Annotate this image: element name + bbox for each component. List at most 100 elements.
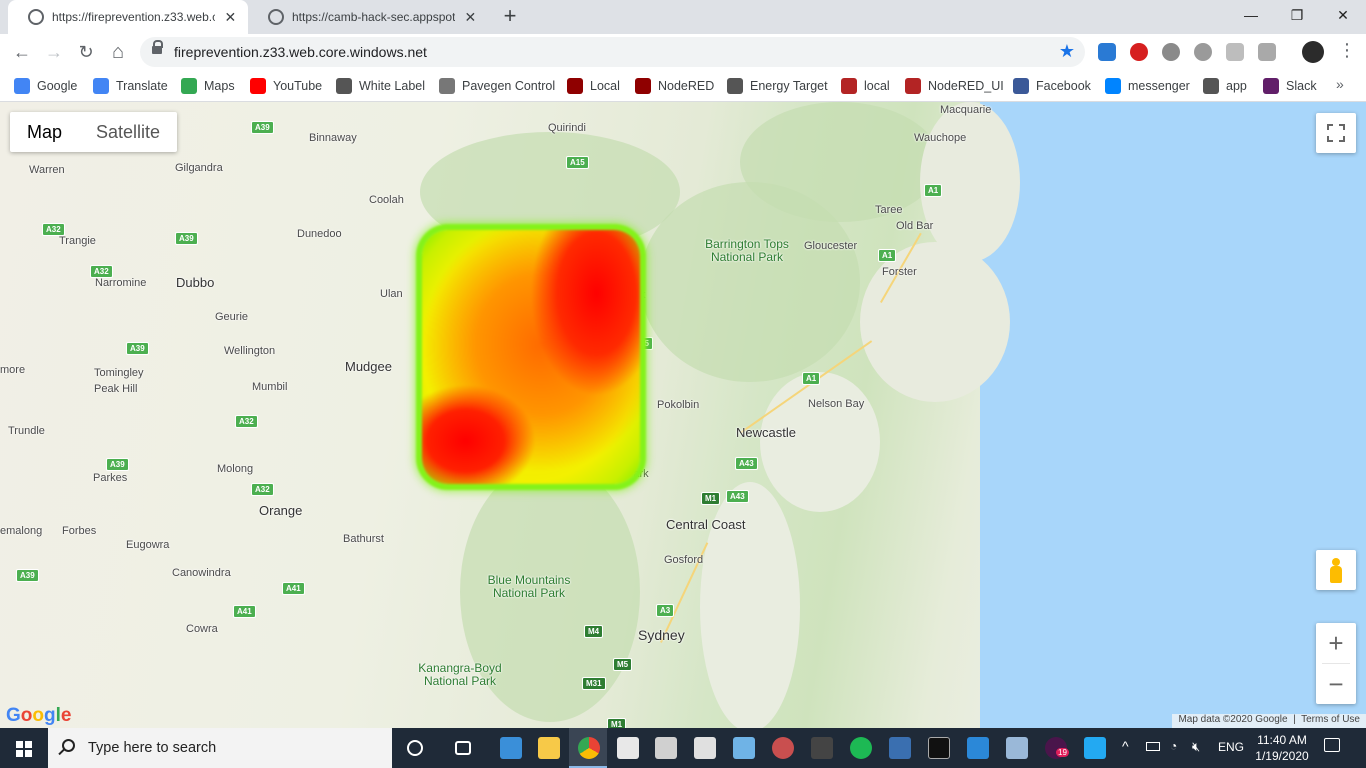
profile-avatar[interactable] — [1302, 41, 1324, 63]
extension-icon[interactable] — [1258, 43, 1276, 61]
extension-icon[interactable] — [1162, 43, 1180, 61]
task-view-button[interactable] — [444, 728, 482, 768]
nodered-flow-icon — [841, 78, 857, 94]
tab-close-icon[interactable]: ✕ — [223, 9, 238, 26]
tray-chevron-icon[interactable]: ^ — [1122, 738, 1129, 754]
place-label: Gosford — [664, 554, 704, 566]
pegman-icon — [1332, 558, 1340, 566]
road-shield: M4 — [584, 625, 604, 638]
taskbar-calendar[interactable] — [685, 728, 723, 768]
reload-button[interactable]: ↻ — [74, 40, 98, 64]
close-window-button[interactable]: ✕ — [1320, 0, 1366, 30]
taskbar-mail[interactable] — [608, 728, 646, 768]
taskbar-terminal[interactable] — [919, 728, 957, 768]
folder-icon — [538, 737, 560, 759]
bookmark-google[interactable]: Google — [14, 76, 77, 96]
street-view-pegman[interactable] — [1316, 550, 1356, 590]
bookmark-star-icon[interactable]: ★ — [1059, 41, 1075, 62]
fullscreen-button[interactable] — [1316, 113, 1356, 153]
place-label: Central Coast — [666, 517, 746, 532]
bookmark-nodered[interactable]: NodeRED — [635, 76, 714, 96]
road-shield: A3 — [656, 604, 675, 617]
tab-camb-hack[interactable]: https://camb-hack-sec.appspot.c ✕ — [248, 0, 488, 34]
bookmark-local[interactable]: Local — [567, 76, 620, 96]
map-type-satellite-button[interactable]: Satellite — [79, 112, 177, 152]
map-canvas[interactable]: Macquarie Wauchope Taree Old Bar Forster… — [0, 102, 1366, 728]
menu-kebab-icon[interactable]: ⋮ — [1338, 40, 1356, 61]
forward-button[interactable]: → — [42, 40, 66, 64]
calculator-icon — [655, 737, 677, 759]
bookmark-slack[interactable]: Slack — [1263, 76, 1317, 96]
volume-muted-icon[interactable]: 🔇︎ — [1192, 739, 1200, 755]
maximize-button[interactable]: ❐ — [1274, 0, 1320, 30]
bookmark-pavegen[interactable]: Pavegen Control — [439, 76, 555, 96]
vscode-icon — [1084, 737, 1106, 759]
notifications-icon[interactable] — [1324, 738, 1340, 752]
url-text[interactable]: fireprevention.z33.web.core.windows.net — [174, 44, 427, 60]
zoom-in-button[interactable]: + — [1316, 623, 1356, 663]
taskbar-spotify[interactable] — [841, 728, 879, 768]
start-button[interactable] — [0, 728, 48, 768]
clock[interactable]: 11:40 AM 1/19/2020 — [1252, 732, 1312, 764]
globe-icon — [268, 9, 284, 25]
taskbar-vscode[interactable] — [1075, 728, 1113, 768]
nodered-flow-icon — [905, 78, 921, 94]
new-tab-button[interactable]: + — [498, 5, 522, 29]
road-shield: A39 — [106, 458, 129, 471]
taskbar-slack[interactable]: 19 — [1036, 728, 1074, 768]
search-placeholder: Type here to search — [88, 740, 217, 756]
road-shield: A41 — [282, 582, 305, 595]
bookmark-youtube[interactable]: YouTube — [250, 76, 322, 96]
taskbar-chrome[interactable] — [569, 728, 607, 768]
taskbar-file-explorer[interactable] — [529, 728, 567, 768]
bookmarks-more-chevron-icon[interactable]: » — [1336, 76, 1344, 92]
extension-icon[interactable] — [1194, 43, 1212, 61]
bookmark-messenger[interactable]: messenger — [1105, 76, 1190, 96]
bookmark-maps[interactable]: Maps — [181, 76, 235, 96]
home-button[interactable]: ⌂ — [106, 40, 130, 64]
taskbar-app[interactable] — [491, 728, 529, 768]
youtube-icon — [250, 78, 266, 94]
taskbar-app[interactable] — [763, 728, 801, 768]
taskbar-calculator[interactable] — [646, 728, 684, 768]
bookmark-facebook[interactable]: Facebook — [1013, 76, 1091, 96]
attribution-text: Map data ©2020 Google — [1178, 714, 1288, 725]
extension-icon[interactable] — [1226, 43, 1244, 61]
taskbar-todo[interactable] — [958, 728, 996, 768]
bookmark-energy-target[interactable]: Energy Target — [727, 76, 828, 96]
taskbar-search-box[interactable]: Type here to search — [48, 728, 392, 768]
minimize-button[interactable]: — — [1228, 0, 1274, 30]
place-label: Dunedoo — [297, 228, 342, 240]
app-icon — [811, 737, 833, 759]
map-type-map-button[interactable]: Map — [10, 112, 79, 152]
wifi-icon[interactable]: ◔ — [1170, 739, 1177, 753]
bookmark-translate[interactable]: Translate — [93, 76, 168, 96]
place-label: Eugowra — [126, 539, 170, 551]
lock-icon — [152, 40, 163, 57]
skype-extension-icon[interactable] — [1098, 43, 1116, 61]
language-indicator[interactable]: ENG — [1218, 740, 1244, 754]
adblock-extension-icon[interactable] — [1130, 43, 1148, 61]
back-button[interactable]: ← — [10, 40, 34, 64]
nodered-icon — [567, 78, 583, 94]
taskbar-app[interactable] — [880, 728, 918, 768]
terms-link[interactable]: Terms of Use — [1301, 714, 1360, 725]
tab-fireprevention[interactable]: https://fireprevention.z33.web.co ✕ — [8, 0, 248, 34]
fullscreen-icon — [1327, 136, 1333, 142]
place-label: Bathurst — [343, 533, 384, 545]
taskbar-app[interactable] — [724, 728, 762, 768]
address-bar[interactable]: fireprevention.z33.web.core.windows.net … — [140, 37, 1085, 67]
place-label: Trangie — [59, 235, 96, 247]
bookmark-nodered-ui[interactable]: NodeRED_UI — [905, 76, 1004, 96]
taskbar-app[interactable] — [802, 728, 840, 768]
bookmark-local-ui[interactable]: local — [841, 76, 890, 96]
messenger-icon — [1105, 78, 1121, 94]
google-logo[interactable]: Google — [6, 705, 71, 727]
zoom-out-button[interactable]: − — [1316, 664, 1356, 704]
battery-icon[interactable] — [1146, 742, 1160, 751]
taskbar-app[interactable] — [997, 728, 1035, 768]
cortana-button[interactable] — [396, 728, 434, 768]
tab-close-icon[interactable]: ✕ — [463, 9, 478, 26]
bookmark-white-label[interactable]: White Label — [336, 76, 425, 96]
bookmark-app[interactable]: app — [1203, 76, 1247, 96]
